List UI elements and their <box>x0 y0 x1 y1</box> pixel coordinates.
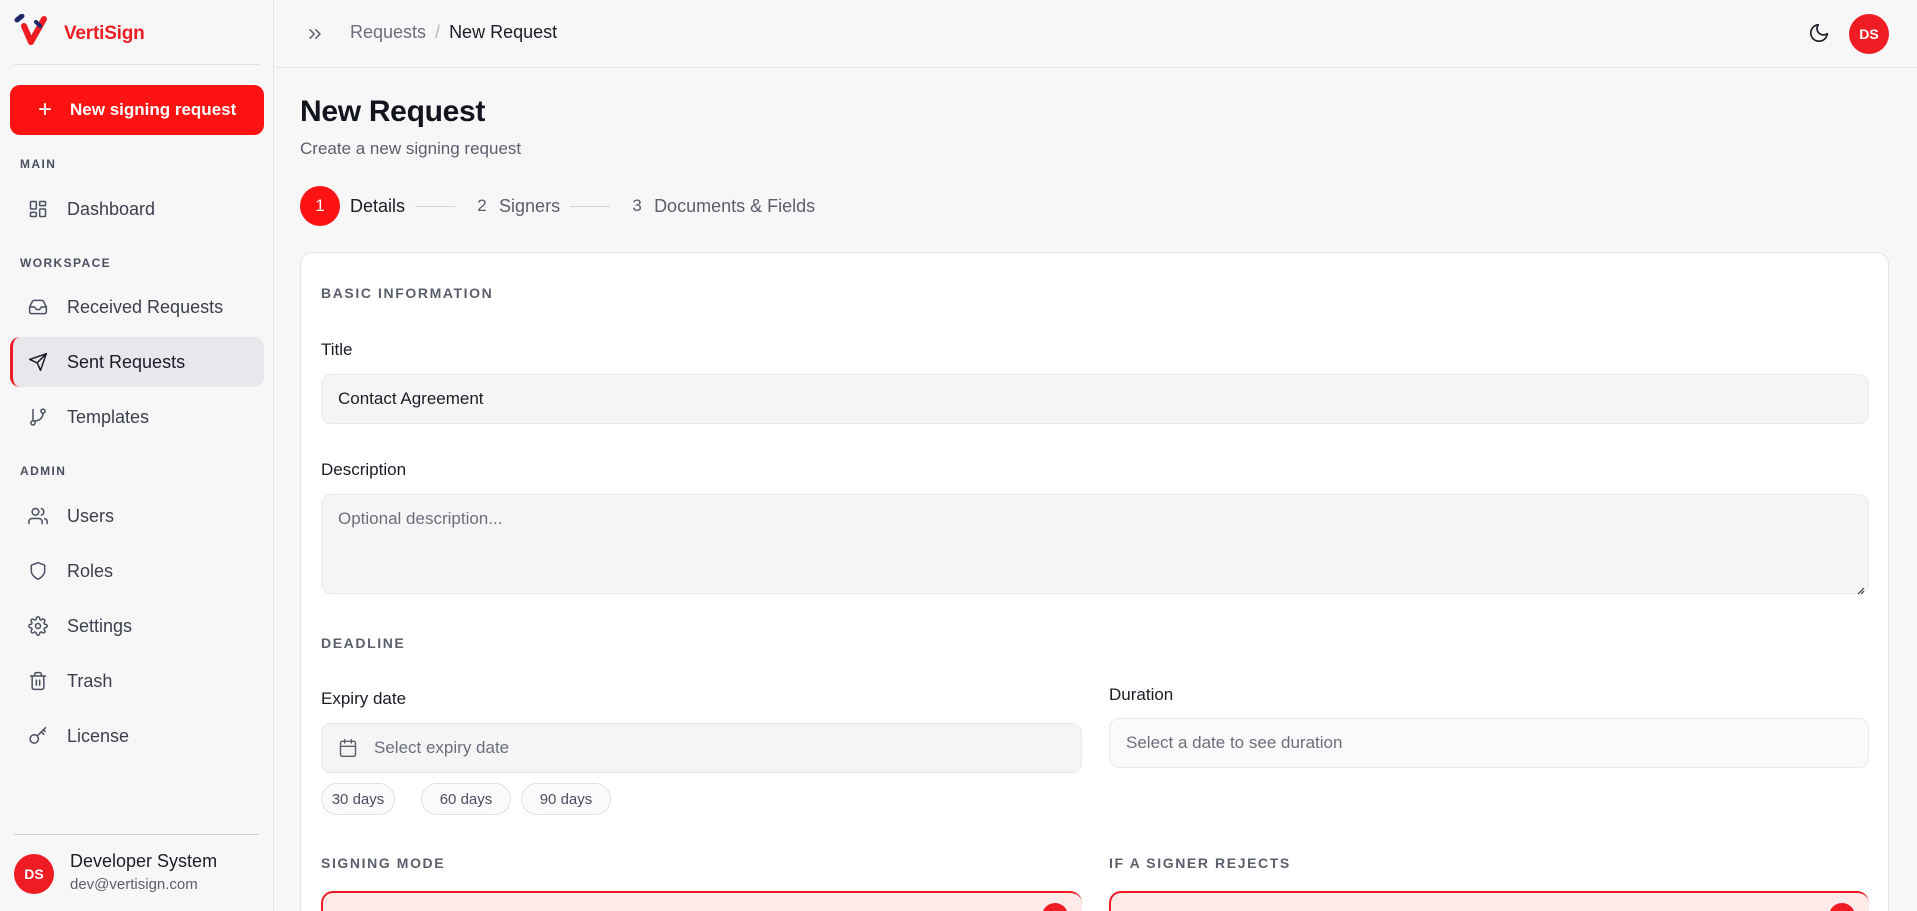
signing-mode-heading: SIGNING MODE <box>321 855 446 871</box>
calendar-icon <box>338 738 358 758</box>
breadcrumb: Requests / New Request <box>350 22 557 43</box>
user-avatar[interactable]: DS <box>14 854 54 894</box>
sidebar-item-label: Settings <box>67 615 133 636</box>
step-1-number[interactable]: 1 <box>300 186 340 226</box>
radio-selected-indicator <box>1829 903 1855 911</box>
app-logo[interactable]: VertiSign <box>14 13 145 53</box>
sidebar-item-label: Received Requests <box>67 296 224 317</box>
step-connector <box>570 205 611 207</box>
vertisign-logo-icon <box>14 13 52 53</box>
step-connector <box>415 205 456 207</box>
sidebar-item-received-requests[interactable]: Received Requests <box>10 282 264 332</box>
description-textarea[interactable]: Optional description... <box>321 494 1869 595</box>
step-2-label[interactable]: Signers <box>499 196 560 217</box>
gear-icon <box>27 615 49 637</box>
sidebar-item-label: Dashboard <box>67 198 156 219</box>
section-workspace-label: WORKSPACE <box>20 256 112 270</box>
sidebar: VertiSign + New signing request MAIN Das… <box>0 0 274 911</box>
request-form-card: BASIC INFORMATION Title Contact Agreemen… <box>300 252 1889 911</box>
duration-label: Duration <box>1109 685 1174 704</box>
key-icon <box>27 725 49 747</box>
expand-sidebar-icon[interactable] <box>305 24 325 44</box>
sidebar-item-label: Templates <box>67 406 150 427</box>
expiry-date-placeholder: Select expiry date <box>374 738 510 757</box>
reject-behavior-option[interactable] <box>1109 891 1869 911</box>
sidebar-item-templates[interactable]: Templates <box>10 392 264 442</box>
dashboard-icon <box>27 198 49 220</box>
shield-icon <box>27 560 49 582</box>
new-signing-request-label: New signing request <box>70 100 237 119</box>
user-email: dev@vertisign.com <box>70 876 198 893</box>
duration-display: Select a date to see duration <box>1109 718 1869 768</box>
signing-mode-option[interactable] <box>321 891 1082 911</box>
sidebar-footer-divider <box>14 834 259 835</box>
quick-option-90-days[interactable]: 90 days <box>521 783 611 815</box>
page-subtitle: Create a new signing request <box>300 139 522 158</box>
sidebar-item-sent-requests[interactable]: Sent Requests <box>10 337 264 387</box>
quick-option-30-days[interactable]: 30 days <box>321 783 395 815</box>
breadcrumb-current: New Request <box>449 22 558 42</box>
new-signing-request-button[interactable]: + New signing request <box>10 85 264 135</box>
step-1-label[interactable]: Details <box>350 196 405 217</box>
basic-information-heading: BASIC INFORMATION <box>321 285 494 301</box>
app-name: VertiSign <box>64 22 145 44</box>
step-2-number[interactable]: 2 <box>469 186 495 226</box>
expiry-date-label: Expiry date <box>321 689 407 708</box>
sidebar-item-trash[interactable]: Trash <box>10 656 264 706</box>
sidebar-divider <box>14 64 259 65</box>
inbox-icon <box>27 296 49 318</box>
sidebar-item-label: Roles <box>67 560 114 581</box>
plus-icon: + <box>38 96 53 123</box>
sidebar-item-settings[interactable]: Settings <box>10 601 264 651</box>
sidebar-item-roles[interactable]: Roles <box>10 546 264 596</box>
description-label: Description <box>321 460 407 479</box>
quick-option-60-days[interactable]: 60 days <box>421 783 511 815</box>
git-branch-icon <box>27 406 49 428</box>
signer-rejects-heading: IF A SIGNER REJECTS <box>1109 855 1291 871</box>
sidebar-item-label: Sent Requests <box>67 351 186 372</box>
send-icon <box>27 351 49 373</box>
expiry-date-picker[interactable]: Select expiry date <box>321 723 1082 773</box>
deadline-heading: DEADLINE <box>321 635 406 651</box>
sidebar-item-dashboard[interactable]: Dashboard <box>10 184 264 234</box>
user-name: Developer System <box>70 851 218 871</box>
sidebar-item-label: License <box>67 725 130 746</box>
section-main-label: MAIN <box>20 157 57 171</box>
theme-toggle-moon-icon[interactable] <box>1808 22 1830 44</box>
sidebar-item-users[interactable]: Users <box>10 491 264 541</box>
users-icon <box>27 505 49 527</box>
title-input[interactable]: Contact Agreement <box>321 374 1869 424</box>
sidebar-item-label: Users <box>67 505 115 526</box>
section-admin-label: ADMIN <box>20 464 67 478</box>
resize-handle-icon[interactable] <box>1855 580 1865 595</box>
description-placeholder: Optional description... <box>338 509 503 528</box>
breadcrumb-requests[interactable]: Requests <box>350 22 426 43</box>
step-3-number[interactable]: 3 <box>624 186 650 226</box>
title-label: Title <box>321 340 353 359</box>
account-avatar[interactable]: DS <box>1849 14 1889 54</box>
stepper: 1 Details 2 Signers 3 Documents & Fields <box>300 186 815 226</box>
top-bar: Requests / New Request DS <box>275 0 1917 68</box>
step-3-label[interactable]: Documents & Fields <box>654 196 815 217</box>
radio-selected-indicator <box>1042 903 1068 911</box>
breadcrumb-separator: / <box>435 22 441 42</box>
sidebar-item-label: Trash <box>67 670 113 691</box>
page-title: New Request <box>300 95 486 128</box>
trash-icon <box>27 670 49 692</box>
sidebar-item-license[interactable]: License <box>10 711 264 761</box>
